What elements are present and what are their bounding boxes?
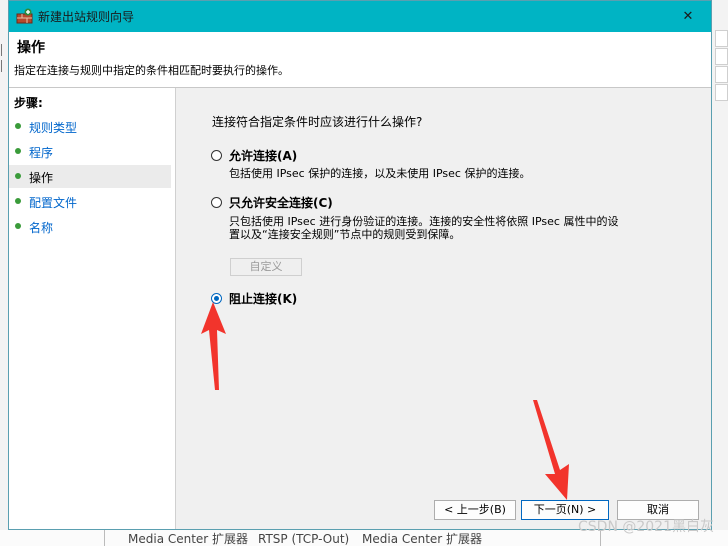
- steps-panel: 步骤: 规则类型 程序 操作 配置文件 名称: [9, 88, 176, 529]
- secure-connection-radio[interactable]: [211, 197, 222, 208]
- step-bullet-icon: [15, 173, 21, 179]
- step-label: 配置文件: [29, 196, 78, 210]
- secure-connection-description-line2: 置以及“连接安全规则”节点中的规则受到保障。: [229, 228, 461, 241]
- page-title: 操作: [17, 40, 45, 56]
- step-rule-type[interactable]: 规则类型: [9, 115, 171, 138]
- close-button[interactable]: ✕: [665, 1, 711, 32]
- step-label: 程序: [29, 146, 54, 160]
- block-connection-label[interactable]: 阻止连接(K): [229, 290, 297, 307]
- background-text: RTSP (TCP-Out): [258, 532, 350, 546]
- background-window-right: [711, 0, 728, 546]
- title-bar: 新建出站规则向导 ✕: [9, 1, 711, 32]
- close-icon: ✕: [682, 9, 694, 24]
- block-connection-radio[interactable]: [211, 293, 222, 304]
- watermark: CSDN @2021黑白灰: [578, 519, 714, 535]
- column-divider: [104, 530, 105, 546]
- step-profile[interactable]: 配置文件: [9, 190, 171, 213]
- wizard-dialog: 新建出站规则向导 ✕ 操作 指定在连接与规则中指定的条件相匹配时要执行的操作。 …: [8, 0, 712, 530]
- allow-connection-radio[interactable]: [211, 150, 222, 161]
- step-bullet-icon: [15, 198, 21, 204]
- background-cell: [715, 84, 728, 101]
- step-label: 名称: [29, 221, 54, 235]
- background-cell: [715, 48, 728, 65]
- secure-connection-label[interactable]: 只允许安全连接(C): [229, 194, 333, 211]
- step-label: 规则类型: [29, 121, 78, 135]
- window-title: 新建出站规则向导: [38, 10, 135, 24]
- steps-title: 步骤:: [14, 96, 43, 110]
- step-name[interactable]: 名称: [9, 215, 171, 238]
- background-text: Media Center 扩展器: [128, 532, 249, 546]
- page-header: 操作 指定在连接与规则中指定的条件相匹配时要执行的操作。: [9, 32, 711, 88]
- allow-connection-description: 包括使用 IPsec 保护的连接，以及未使用 IPsec 保护的连接。: [229, 167, 531, 180]
- firewall-icon: [16, 8, 33, 24]
- main-content: 连接符合指定条件时应该进行什么操作? 允许连接(A) 包括使用 IPsec 保护…: [176, 88, 711, 529]
- background-marker: [1, 60, 8, 72]
- background-cell: [715, 30, 728, 47]
- step-label: 操作: [29, 171, 54, 185]
- allow-connection-label[interactable]: 允许连接(A): [229, 147, 297, 164]
- page-description: 指定在连接与规则中指定的条件相匹配时要执行的操作。: [14, 64, 289, 77]
- background-text: Media Center 扩展器: [362, 532, 483, 546]
- question-text: 连接符合指定条件时应该进行什么操作?: [212, 115, 423, 129]
- step-bullet-icon: [15, 123, 21, 129]
- back-button[interactable]: < 上一步(B): [434, 500, 516, 520]
- step-bullet-icon: [15, 223, 21, 229]
- secure-connection-description-line1: 只包括使用 IPsec 进行身份验证的连接。连接的安全性将依照 IPsec 属性…: [229, 215, 619, 228]
- step-program[interactable]: 程序: [9, 140, 171, 163]
- step-bullet-icon: [15, 148, 21, 154]
- background-cell: [715, 66, 728, 83]
- step-action[interactable]: 操作: [9, 165, 171, 188]
- customize-button[interactable]: 自定义: [230, 258, 302, 276]
- background-marker: [1, 44, 8, 56]
